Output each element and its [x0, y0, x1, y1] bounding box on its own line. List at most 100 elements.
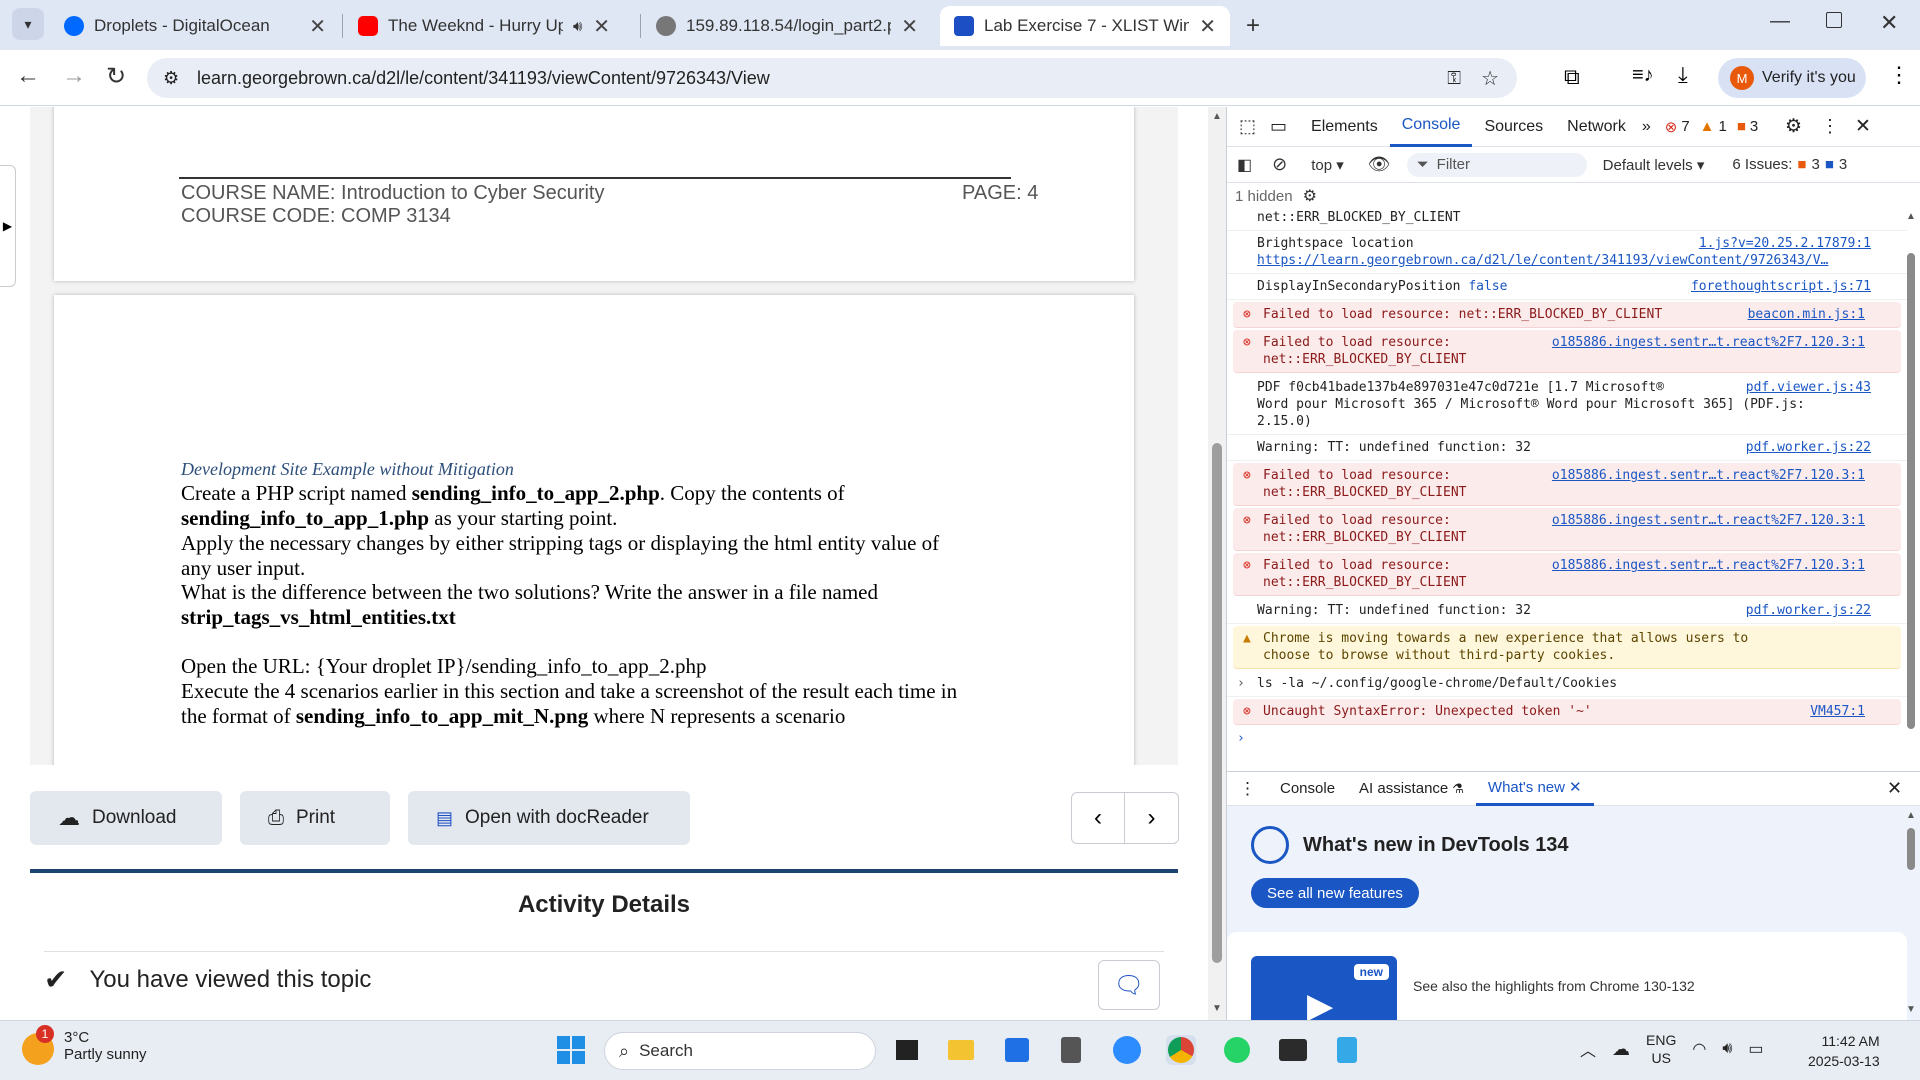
tab-droplets[interactable]: Droplets - DigitalOcean ✕ — [50, 6, 340, 46]
password-key-icon[interactable]: ⚿ — [1447, 68, 1461, 89]
console-messages[interactable]: net::ERR_BLOCKED_BY_CLIENT Brightspace l… — [1227, 209, 1907, 743]
chrome-icon[interactable] — [1166, 1035, 1196, 1065]
source-link[interactable]: o185886.ingest.sentr…t.react%2F7.120.3:1 — [1552, 557, 1865, 574]
speaker-icon[interactable]: 🔊︎ — [573, 18, 582, 35]
source-link[interactable]: forethoughtscript.js:71 — [1691, 278, 1871, 295]
close-drawer-icon[interactable]: ✕ — [1887, 778, 1902, 799]
scroll-up-icon[interactable]: ▲ — [1906, 211, 1916, 222]
drawer-scrollbar[interactable]: ▲ ▼ — [1903, 808, 1919, 1021]
highlights-text[interactable]: See also the highlights from Chrome 130-… — [1413, 978, 1695, 994]
zoom-icon[interactable] — [1112, 1035, 1142, 1065]
new-tab-button[interactable]: + — [1246, 12, 1260, 40]
chevron-up-icon[interactable]: ︿ — [1580, 1037, 1596, 1061]
scrollbar-thumb[interactable] — [1907, 253, 1915, 729]
close-devtools-icon[interactable]: ✕ — [1855, 115, 1871, 138]
tab-youtube[interactable]: The Weeknd - Hurry Up Tom 🔊︎ ✕ — [344, 6, 624, 46]
calendar-app-icon[interactable] — [1002, 1035, 1032, 1065]
verify-profile-button[interactable]: M Verify it's you — [1718, 58, 1866, 98]
document-viewer[interactable]: COURSE NAME: Introduction to Cyber Secur… — [30, 107, 1178, 765]
log-levels-dropdown[interactable]: Default levels ▾ — [1603, 156, 1705, 174]
language-indicator[interactable]: ENG US — [1646, 1031, 1676, 1067]
bookmark-star-icon[interactable]: ☆ — [1481, 66, 1499, 91]
sidebar-toggle-icon[interactable]: ◧ — [1227, 155, 1262, 175]
scrollbar-thumb[interactable] — [1907, 828, 1915, 870]
console-settings-icon[interactable]: ⚙ — [1303, 186, 1317, 206]
download-button[interactable]: ☁ Download — [30, 791, 222, 845]
tab-network[interactable]: Network — [1555, 107, 1638, 147]
error-count-badge[interactable]: ⊗ 7 ▲ 1 ■ 3 — [1665, 118, 1759, 136]
source-link[interactable]: o185886.ingest.sentr…t.react%2F7.120.3:1 — [1552, 512, 1865, 529]
page-scrollbar[interactable]: ▲ ▼ — [1208, 107, 1226, 1020]
more-tabs-icon[interactable]: » — [1638, 118, 1665, 136]
console-prompt[interactable]: › — [1227, 727, 1907, 743]
media-controls-icon[interactable]: ≡♪ — [1632, 64, 1654, 87]
see-all-features-button[interactable]: See all new features — [1251, 878, 1419, 908]
site-info-icon[interactable]: ⚙ — [163, 68, 179, 89]
tab-sources[interactable]: Sources — [1472, 107, 1555, 147]
scroll-down-icon[interactable]: ▼ — [1212, 1003, 1222, 1014]
source-link[interactable]: pdf.viewer.js:43 — [1746, 379, 1871, 396]
live-expression-eye-icon[interactable]: 👁︎ — [1358, 154, 1401, 175]
terminal-icon[interactable] — [1278, 1035, 1308, 1065]
close-window-button[interactable]: ✕ — [1880, 10, 1898, 36]
source-link[interactable]: pdf.worker.js:22 — [1746, 602, 1871, 619]
address-bar[interactable]: ⚙ learn.georgebrown.ca/d2l/le/content/34… — [147, 58, 1517, 98]
drawer-tab-ai-assistance[interactable]: AI assistance — [1347, 772, 1460, 806]
source-link[interactable]: pdf.worker.js:22 — [1746, 439, 1871, 456]
previous-page-button[interactable]: ‹ — [1072, 793, 1126, 843]
tab-login[interactable]: 159.89.118.54/login_part2.php ✕ — [642, 6, 932, 46]
scroll-down-icon[interactable]: ▼ — [1906, 1004, 1916, 1015]
task-view-icon[interactable] — [892, 1035, 922, 1065]
context-selector[interactable]: top ▾ — [1297, 156, 1358, 174]
notepad-icon[interactable] — [1332, 1035, 1362, 1065]
devtools-menu-icon[interactable]: ⋮ — [1821, 116, 1839, 137]
close-icon[interactable]: ✕ — [1199, 14, 1216, 39]
tab-console[interactable]: Console — [1389, 107, 1473, 147]
taskbar-search[interactable]: ⌕ Search — [604, 1032, 876, 1070]
minimize-button[interactable]: — — [1770, 10, 1790, 33]
source-link[interactable]: o185886.ingest.sentr…t.react%2F7.120.3:1 — [1552, 467, 1865, 484]
tab-lab-exercise[interactable]: Lab Exercise 7 - XLIST Winter 20 ✕ — [940, 6, 1230, 46]
clock[interactable]: 11:42 AM 2025-03-13 — [1808, 1031, 1880, 1071]
weather-widget[interactable]: 1 3°C Partly sunny — [22, 1025, 147, 1065]
forward-icon[interactable]: → — [62, 62, 86, 90]
drawer-menu-icon[interactable]: ⋮ — [1227, 779, 1268, 799]
windows-start-icon[interactable] — [556, 1035, 586, 1065]
battery-icon[interactable]: ▭ — [1748, 1039, 1763, 1059]
scroll-up-icon[interactable]: ▲ — [1212, 111, 1222, 122]
drawer-tab-console[interactable]: Console — [1268, 772, 1347, 806]
url-link[interactable]: https://learn.georgebrown.ca/d2l/le/cont… — [1257, 253, 1828, 268]
volume-icon[interactable]: 🔊︎ — [1722, 1040, 1732, 1058]
docreader-button[interactable]: ▤ Open with docReader — [408, 791, 690, 845]
tab-elements[interactable]: Elements — [1299, 107, 1390, 147]
close-icon[interactable]: ✕ — [309, 14, 326, 39]
wifi-icon[interactable]: ◠ — [1692, 1039, 1706, 1059]
extensions-icon[interactable]: ⧉ — [1564, 64, 1580, 90]
console-scrollbar[interactable]: ▲ — [1903, 209, 1919, 743]
calculator-icon[interactable] — [1056, 1035, 1086, 1065]
close-icon[interactable]: ✕ — [1569, 778, 1582, 796]
settings-gear-icon[interactable]: ⚙ — [1785, 115, 1802, 138]
maximize-button[interactable] — [1826, 12, 1842, 28]
url-text[interactable]: learn.georgebrown.ca/d2l/le/content/3411… — [197, 68, 770, 89]
download-icon[interactable]: ⤓ — [1678, 62, 1688, 88]
file-explorer-icon[interactable] — [946, 1035, 976, 1065]
device-toolbar-icon[interactable]: ▭ — [1264, 116, 1299, 137]
scrollbar-thumb[interactable] — [1212, 443, 1222, 963]
onedrive-cloud-icon[interactable]: ☁ — [1612, 1039, 1630, 1060]
issues-counter[interactable]: 6 Issues: ■ 3 ■ 3 — [1732, 156, 1847, 173]
expand-sidebar-button[interactable]: ▶ — [0, 165, 16, 287]
whatsapp-icon[interactable] — [1222, 1035, 1252, 1065]
close-icon[interactable]: ✕ — [593, 14, 610, 39]
scroll-up-icon[interactable]: ▲ — [1906, 810, 1916, 821]
feedback-button[interactable]: 🗨︎ — [1098, 960, 1160, 1010]
tab-search-button[interactable]: ▾ — [12, 8, 44, 40]
source-link[interactable]: beacon.min.js:1 — [1748, 306, 1865, 323]
source-link[interactable]: o185886.ingest.sentr…t.react%2F7.120.3:1 — [1552, 334, 1865, 351]
clear-console-icon[interactable]: ⊘ — [1262, 154, 1297, 175]
drawer-tab-whats-new[interactable]: What's new ✕ — [1475, 772, 1594, 806]
source-link[interactable]: VM457:1 — [1810, 703, 1865, 720]
menu-kebab-icon[interactable]: ⋮ — [1888, 62, 1910, 88]
close-icon[interactable]: ✕ — [901, 14, 918, 39]
back-icon[interactable]: ← — [16, 62, 40, 90]
